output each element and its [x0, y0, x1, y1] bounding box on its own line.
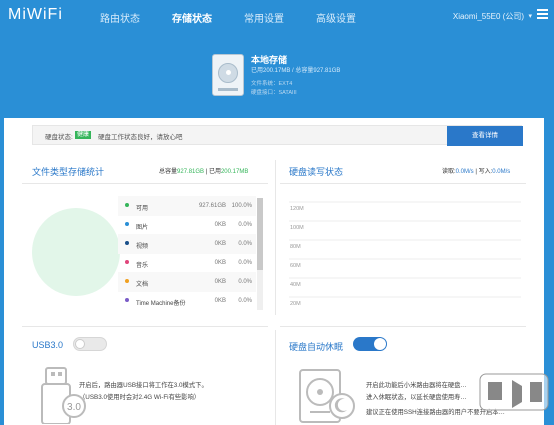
view-details-button[interactable]: 查看详情: [447, 126, 523, 146]
rw-line-chart: 120M 100M 80M 60M 40M 20M: [289, 201, 521, 306]
list-item: 可用 927.61GB 100.0%: [118, 196, 256, 216]
list-item: Time Machine备份 0KB 0.0%: [118, 291, 256, 311]
list-item: 图片 0KB 0.0%: [118, 215, 256, 235]
nav-advanced-settings[interactable]: 高级设置: [316, 10, 388, 25]
divider: [280, 183, 526, 184]
color-dot: [125, 298, 129, 302]
usb3-toggle[interactable]: [73, 337, 107, 351]
router-name[interactable]: Xiaomi_55E0 (公司): [453, 11, 524, 22]
color-dot: [125, 279, 129, 283]
toggle-knob: [75, 339, 85, 349]
color-dot: [125, 241, 129, 245]
auto-sleep-desc-2: 进入休眠状态，以延长硬盘使用寿…: [366, 394, 467, 401]
y-tick-label: 60M: [290, 263, 301, 269]
capacity-summary: 总容量927.81GB | 已用200.17MB: [159, 169, 249, 175]
storage-hero: 本地存储 已用200.17MB / 总容量927.81GB 文件系统：EXT4 …: [0, 36, 554, 120]
color-dot: [125, 260, 129, 264]
toggle-knob: [374, 338, 386, 350]
y-tick-label: 20M: [290, 301, 301, 306]
color-dot: [125, 203, 129, 207]
color-dot: [125, 222, 129, 226]
list-item: 音乐 0KB 0.0%: [118, 253, 256, 273]
divider: [275, 160, 276, 315]
auto-sleep-desc-1: 开启此功能后小米路由器将在硬盘…: [366, 382, 467, 389]
status-text: 硬盘工作状态良好，请放心吧: [98, 134, 183, 141]
scrollbar-thumb[interactable]: [257, 198, 263, 270]
menu-icon[interactable]: [537, 9, 548, 19]
rw-summary: 读取:0.0M/s | 写入:0.0M/s: [442, 169, 511, 175]
divider: [22, 326, 268, 327]
file-type-list: 可用 927.61GB 100.0% 图片 0KB 0.0% 视频 0KB 0.…: [118, 196, 256, 314]
y-tick-label: 80M: [290, 244, 301, 250]
sleeping-disk-icon: [299, 369, 355, 423]
y-tick-label: 100M: [290, 225, 304, 231]
list-item: 视频 0KB 0.0%: [118, 234, 256, 254]
usb3-title: USB3.0: [32, 340, 64, 350]
auto-sleep-toggle[interactable]: [353, 337, 387, 351]
logo: MiWiFi: [8, 6, 63, 23]
watermark-logo: [479, 373, 549, 411]
divider: [22, 183, 268, 184]
chevron-down-icon[interactable]: ▾: [528, 12, 532, 20]
usb-version-label: 3.0: [67, 402, 81, 413]
storage-usage: 已用200.17MB / 总容量927.81GB: [251, 68, 341, 74]
y-tick-label: 40M: [290, 282, 301, 288]
top-bar: MiWiFi 路由状态 存储状态 常用设置 高级设置 Xiaomi_55E0 (…: [0, 0, 554, 36]
usb3-desc-1: 开启后，路由器USB接口将工作在3.0模式下。: [79, 382, 208, 389]
storage-pie-chart: [32, 208, 120, 296]
main-nav: 路由状态 存储状态 常用设置 高级设置: [100, 10, 388, 25]
rw-title: 硬盘读写状态: [289, 167, 344, 177]
status-label: 硬盘状态:: [45, 134, 73, 141]
y-tick-label: 120M: [290, 206, 304, 212]
divider: [280, 326, 526, 327]
nav-storage-status[interactable]: 存储状态: [172, 10, 244, 25]
auto-sleep-title: 硬盘自动休眠: [289, 342, 344, 352]
status-badge: 健康: [75, 131, 92, 139]
file-stats-title: 文件类型存储统计: [32, 167, 105, 177]
list-scrollbar[interactable]: [257, 198, 263, 310]
disk-port-info: 硬盘接口：SATAIII: [251, 90, 297, 96]
nav-common-settings[interactable]: 常用设置: [244, 10, 316, 25]
filesystem-info: 文件系统：EXT4: [251, 81, 293, 87]
list-item: 文档 0KB 0.0%: [118, 272, 256, 292]
nav-router-status[interactable]: 路由状态: [100, 10, 172, 25]
usb3-desc-2: （USB3.0使用时会对2.4G Wi-Fi有些影响）: [79, 394, 201, 401]
hard-disk-icon: [212, 54, 244, 96]
divider: [275, 330, 276, 425]
